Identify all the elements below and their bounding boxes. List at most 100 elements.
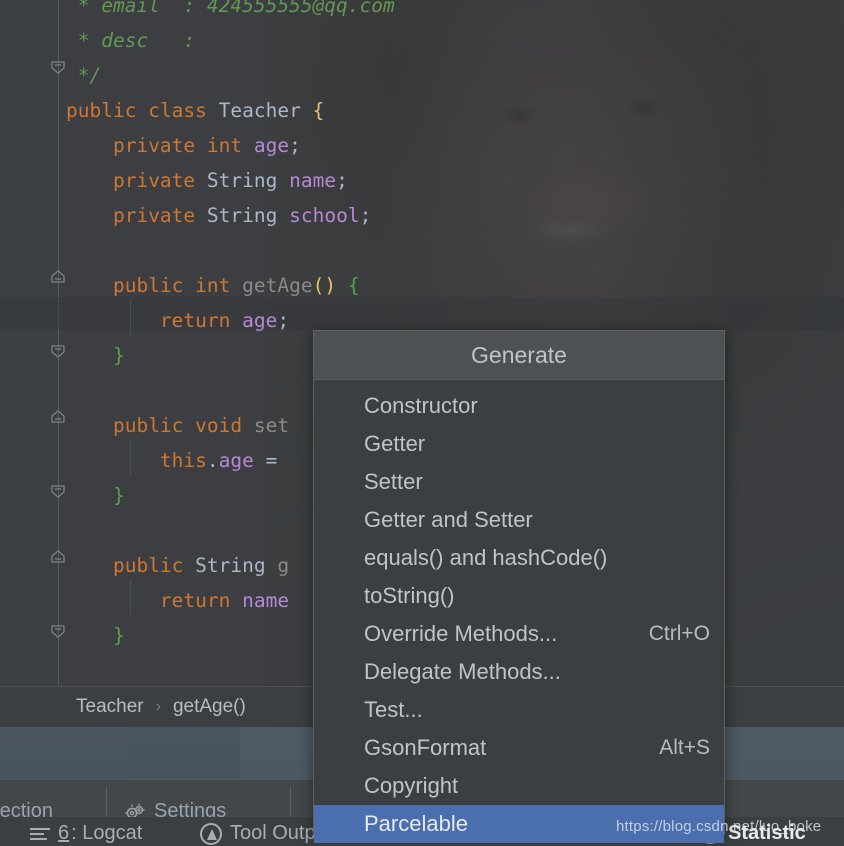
generate-menu-item-shortcut: Alt+S (659, 736, 710, 759)
code-line: * desc : (66, 23, 844, 58)
generate-menu-item-label: Test... (364, 697, 423, 722)
generate-menu-item-label: Copyright (364, 773, 459, 798)
menu-divider (290, 786, 291, 816)
generate-popup[interactable]: Generate Constructor Getter Setter Getter a… (313, 330, 725, 843)
generate-menu-item[interactable]: Delegate Methods... (314, 653, 724, 691)
logcat-label: : Logcat (71, 822, 143, 844)
generate-menu-item-label: Delegate Methods... (364, 659, 561, 684)
fold-marker-icon[interactable] (48, 268, 68, 288)
code-token: ; (336, 169, 348, 192)
generate-menu-item[interactable]: toString() (314, 577, 724, 615)
code-token: ; (277, 309, 290, 332)
code-token: } (112, 484, 125, 507)
code-token: age (242, 309, 278, 332)
generate-menu-item-label: Parcelable (364, 811, 468, 836)
fold-marker-icon[interactable] (48, 340, 68, 360)
generate-menu-item-label: Getter and Setter (364, 507, 533, 532)
code-token: * desc : (66, 29, 196, 52)
code-token: return (159, 589, 231, 612)
code-token: Teacher (218, 99, 301, 122)
generate-menu-item[interactable]: Getter (314, 425, 724, 463)
android-studio-window: * email : 424555555@qq.com * desc : */ pu… (0, 0, 844, 846)
generate-menu-item[interactable]: Copyright (314, 767, 724, 805)
generate-popup-title: Generate (314, 331, 724, 380)
generate-menu-item[interactable]: Getter and Setter (314, 501, 724, 539)
code-token: name (242, 589, 290, 612)
fold-marker-icon[interactable] (48, 548, 68, 568)
generate-menu-item[interactable]: Constructor (314, 387, 724, 425)
generate-menu-item-label: equals() and hashCode() (364, 545, 608, 570)
code-token: { (347, 274, 360, 297)
generate-menu-item[interactable]: equals() and hashCode() (314, 539, 724, 577)
code-token: String (206, 204, 278, 227)
code-token: } (112, 344, 125, 367)
code-token: int (206, 134, 243, 157)
code-token: ; (289, 134, 301, 157)
logcat-number: 6 (58, 822, 70, 844)
generate-menu-item-label: Getter (364, 431, 426, 456)
generate-menu-item[interactable]: GsonFormat Alt+S (314, 729, 724, 767)
code-token: String (195, 554, 266, 577)
generate-menu-item[interactable]: Test... (314, 691, 724, 729)
code-token: . (206, 449, 219, 472)
code-token: getAge (242, 274, 313, 297)
code-token: * email : 424555555@qq.com (66, 0, 395, 17)
code-token: age (253, 134, 290, 157)
menu-divider (106, 786, 107, 816)
fold-marker-icon[interactable] (48, 56, 68, 76)
code-line: * email : 424555555@qq.com (66, 0, 844, 23)
code-token: String (206, 169, 278, 192)
code-token: private (112, 134, 196, 157)
breadcrumb-method[interactable]: getAge() (173, 696, 246, 718)
code-token: private (112, 204, 196, 227)
code-token: public (112, 554, 184, 577)
code-token: () (312, 274, 337, 297)
generate-menu-item[interactable]: Setter (314, 463, 724, 501)
fold-marker-icon[interactable] (48, 620, 68, 640)
generate-popup-list[interactable]: Constructor Getter Setter Getter and Setter… (314, 380, 724, 843)
watermark: https://blog.csdn.net/luo_boke (616, 818, 822, 835)
generate-menu-item-shortcut: Ctrl+O (648, 622, 710, 645)
generate-menu-item-label: toString() (364, 583, 455, 608)
code-token: public (66, 99, 137, 122)
code-line: public class Teacher { (66, 93, 844, 128)
code-line: public int getAge() { (66, 268, 844, 303)
fold-marker-icon[interactable] (48, 408, 68, 428)
code-token: school (289, 204, 360, 227)
android-icon (200, 822, 222, 845)
code-token: ; (359, 204, 372, 227)
code-line: private String school; (66, 198, 844, 233)
fold-marker-icon[interactable] (48, 480, 68, 500)
generate-menu-item-label: Constructor (364, 393, 478, 418)
generate-menu-item[interactable]: Override Methods... Ctrl+O (314, 615, 724, 653)
code-token: */ (66, 64, 102, 87)
breadcrumb-class[interactable]: Teacher (76, 696, 144, 718)
code-token: g (277, 554, 290, 577)
code-token: int (195, 274, 231, 297)
toolbar-item-logcat[interactable]: 6 : Logcat (30, 822, 142, 845)
code-token: return (159, 309, 231, 332)
